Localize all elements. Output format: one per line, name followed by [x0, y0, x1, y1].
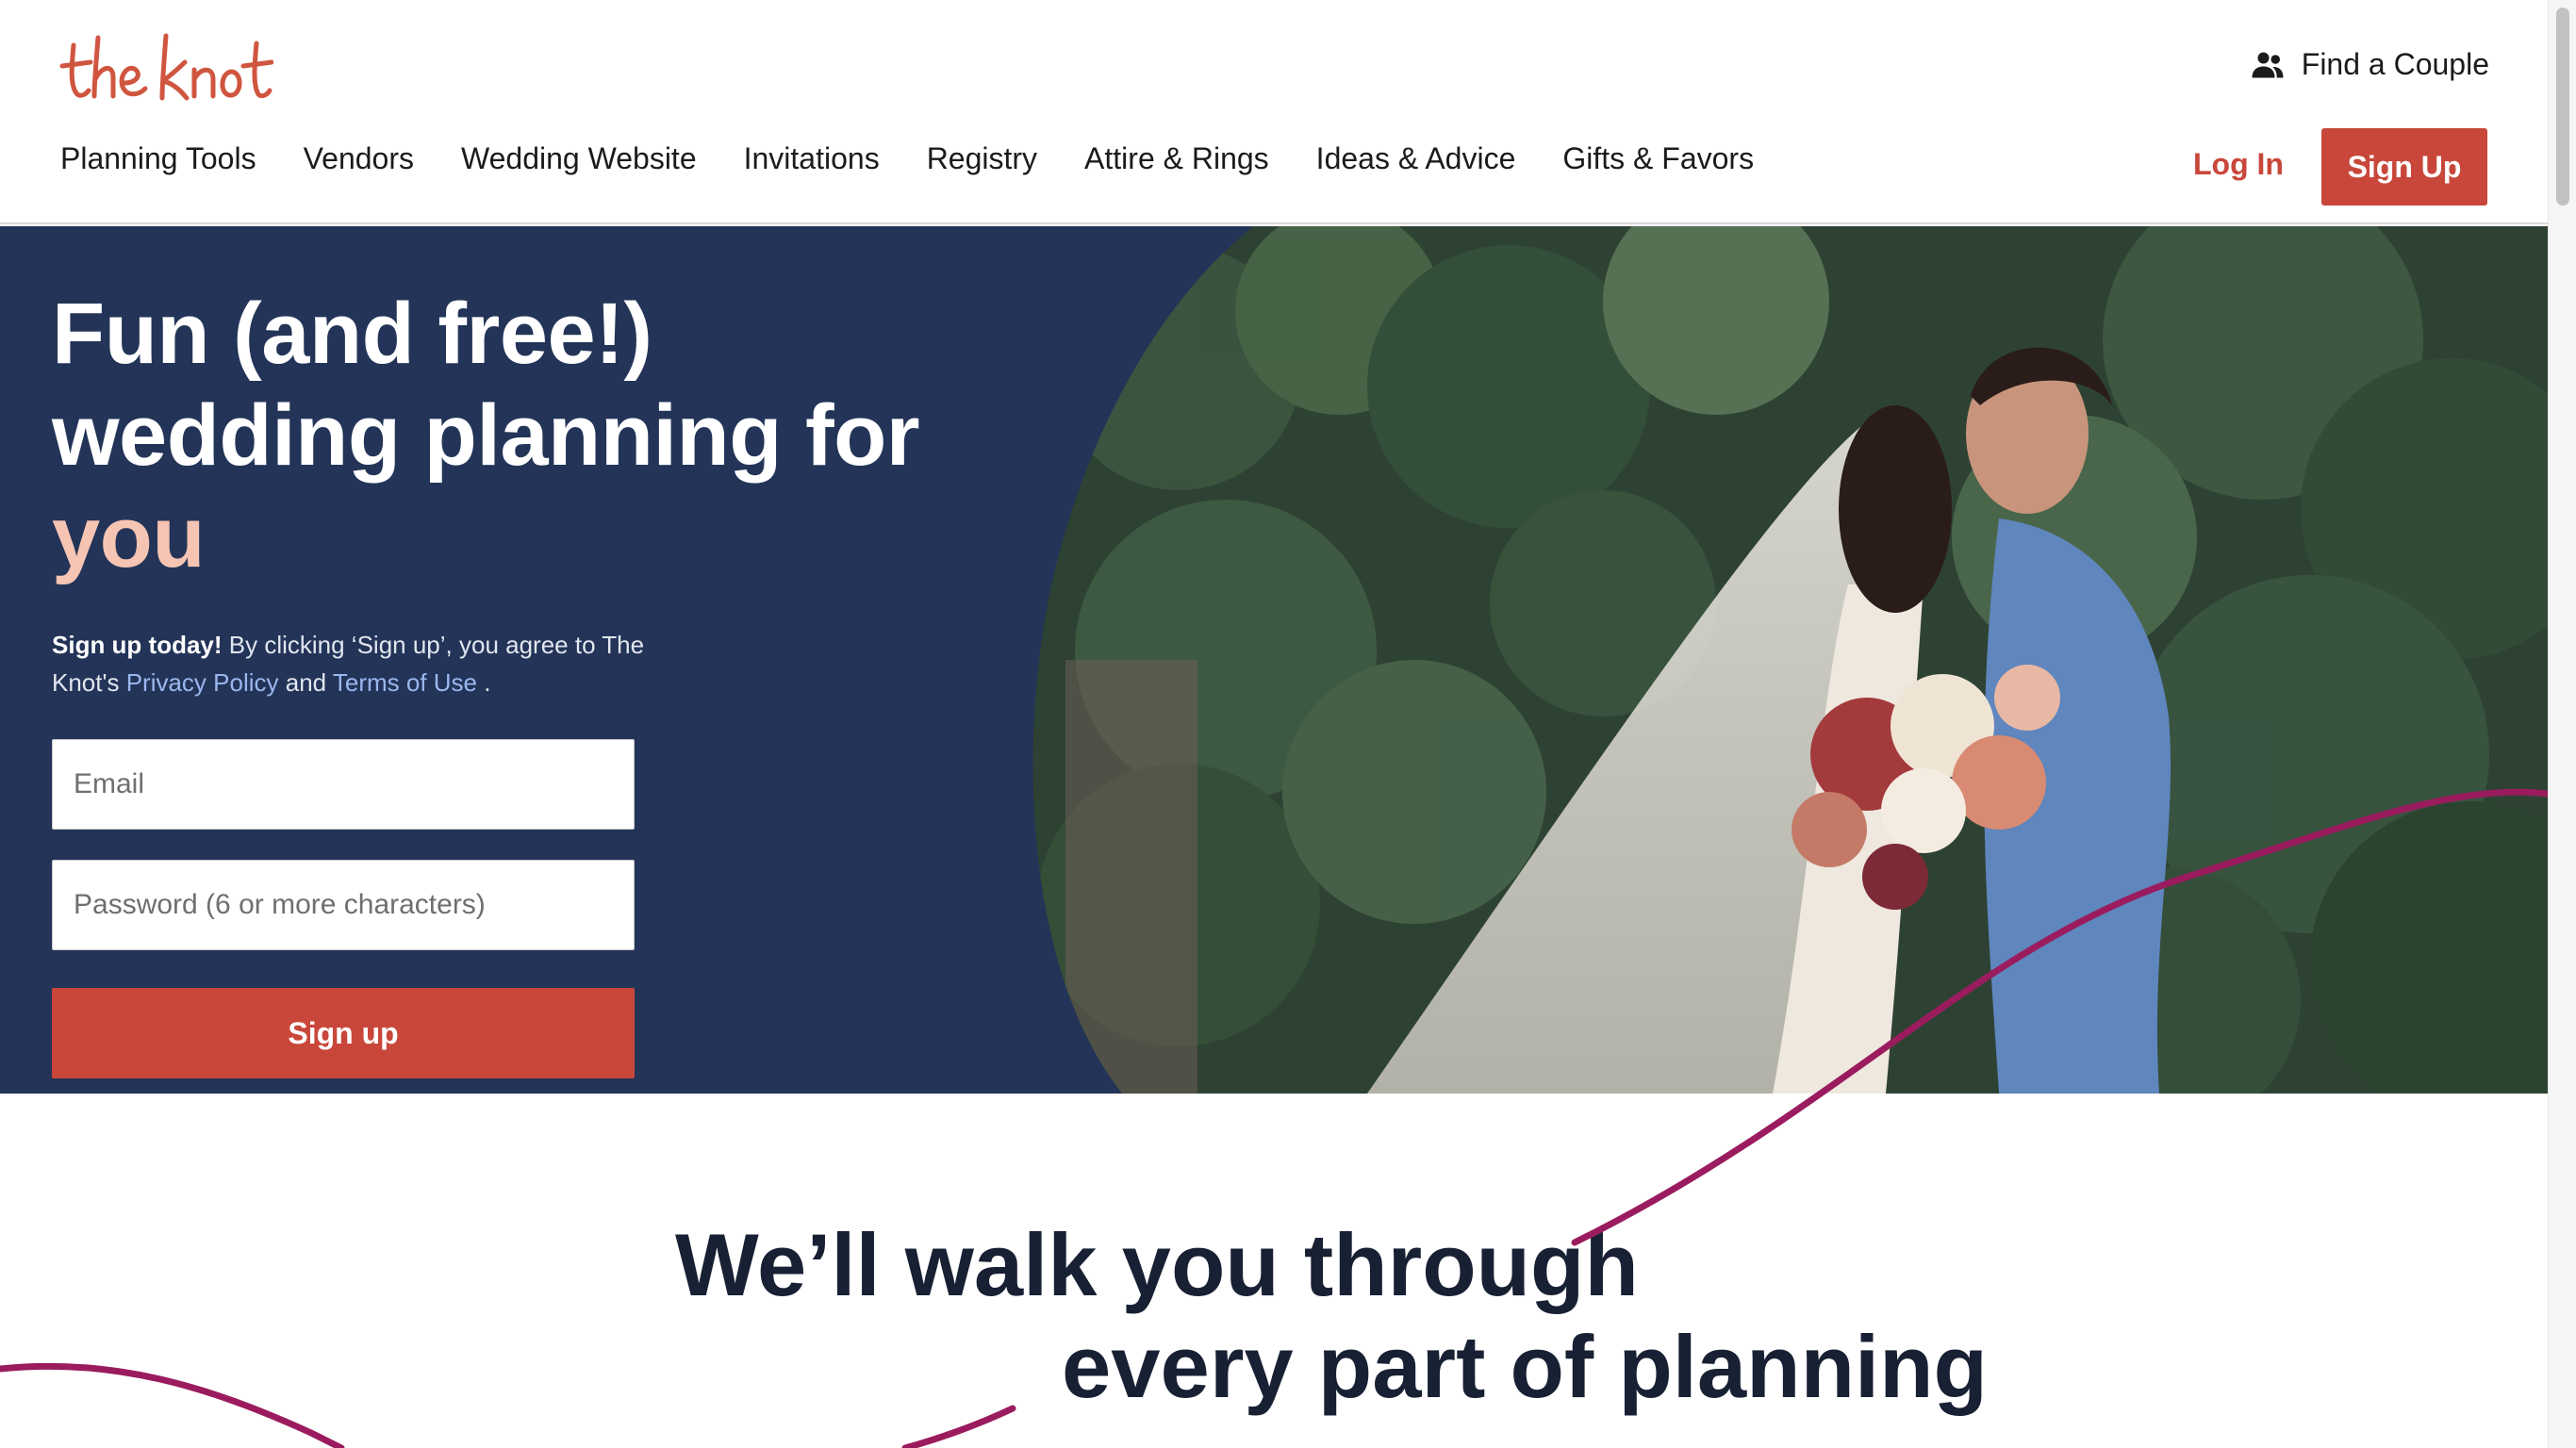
find-a-couple-label: Find a Couple [2301, 47, 2489, 81]
log-in-link[interactable]: Log In [2193, 147, 2284, 182]
nav-attire-rings[interactable]: Attire & Rings [1084, 141, 1269, 176]
main-nav: Planning Tools Vendors Wedding Website I… [60, 141, 1754, 176]
walk-heading-line1: We’ll walk you through [675, 1215, 1639, 1314]
site-header: Find a Couple Planning Tools Vendors Wed… [0, 0, 2548, 224]
sign-up-button[interactable]: Sign Up [2321, 128, 2487, 206]
password-field[interactable] [52, 860, 635, 950]
hero-title-text: Fun (and free!) wedding planning for [52, 286, 920, 484]
hero-title-accent: you [52, 489, 206, 585]
the-knot-logo[interactable] [57, 28, 274, 113]
nav-registry[interactable]: Registry [927, 141, 1037, 176]
hero-title: Fun (and free!) wedding planning for you [52, 283, 995, 588]
nav-wedding-website[interactable]: Wedding Website [461, 141, 697, 176]
nav-invitations[interactable]: Invitations [744, 141, 880, 176]
nav-ideas-advice[interactable]: Ideas & Advice [1316, 141, 1516, 176]
hero-signup-panel: Fun (and free!) wedding planning for you… [52, 283, 995, 1078]
email-field[interactable] [52, 739, 635, 830]
nav-gifts-favors[interactable]: Gifts & Favors [1562, 141, 1754, 176]
walk-through-section: We’ll walk you through every part of pla… [0, 1094, 2548, 1448]
people-icon [2252, 52, 2284, 77]
page-scrollbar[interactable] [2548, 0, 2576, 1448]
nav-planning-tools[interactable]: Planning Tools [60, 141, 256, 176]
find-a-couple-link[interactable]: Find a Couple [2251, 47, 2489, 82]
nav-vendors[interactable]: Vendors [304, 141, 414, 176]
scrollbar-thumb[interactable] [2556, 8, 2569, 206]
signup-terms-bold: Sign up today! [52, 631, 223, 659]
terms-and: and [278, 668, 333, 697]
hero-sign-up-button[interactable]: Sign up [52, 988, 635, 1078]
hero-section: Fun (and free!) wedding planning for you… [0, 226, 2548, 1094]
privacy-policy-link[interactable]: Privacy Policy [126, 668, 279, 697]
terms-of-use-link[interactable]: Terms of Use [333, 668, 477, 697]
signup-terms-text: Sign up today! By clicking ‘Sign up’, yo… [52, 626, 655, 701]
logo-wordmark-icon [59, 33, 274, 101]
terms-end: . [477, 668, 491, 697]
walk-heading-line2: every part of planning [1062, 1317, 1988, 1416]
